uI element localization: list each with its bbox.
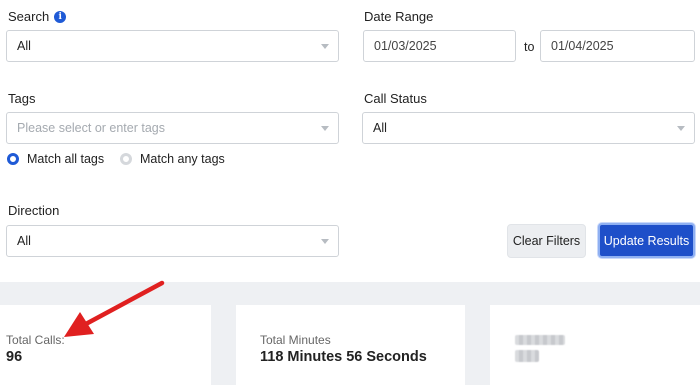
date-range-label-text: Date Range <box>364 9 434 24</box>
radio-selected-icon <box>7 153 19 165</box>
clear-filters-button[interactable]: Clear Filters <box>507 224 586 258</box>
chevron-down-icon <box>677 126 685 131</box>
tags-placeholder: Please select or enter tags <box>17 121 165 135</box>
redacted-stat-card <box>490 305 700 385</box>
total-minutes-label: Total Minutes <box>260 333 331 347</box>
search-select-value: All <box>17 39 31 53</box>
total-minutes-value: 118 Minutes 56 Seconds <box>260 349 427 365</box>
redacted-value <box>515 350 539 362</box>
search-label: Search i <box>8 9 67 24</box>
date-from-value: 01/03/2025 <box>374 39 437 53</box>
call-status-label-text: Call Status <box>364 91 427 106</box>
tags-label: Tags <box>8 91 35 106</box>
info-icon[interactable]: i <box>54 10 67 23</box>
radio-unselected-icon <box>120 153 132 165</box>
direction-label: Direction <box>8 203 59 218</box>
match-any-tags-radio[interactable]: Match any tags <box>120 152 225 166</box>
search-label-text: Search <box>8 9 50 24</box>
match-all-tags-label: Match all tags <box>27 152 105 166</box>
chevron-down-icon <box>321 239 329 244</box>
direction-select[interactable]: All <box>6 225 339 257</box>
date-to-value: 01/04/2025 <box>551 39 614 53</box>
call-status-label: Call Status <box>364 91 427 106</box>
update-results-button[interactable]: Update Results <box>598 223 695 258</box>
date-range-label: Date Range <box>364 9 433 24</box>
total-calls-card: Total Calls: 96 <box>0 305 211 385</box>
tags-label-text: Tags <box>8 91 36 106</box>
total-calls-label: Total Calls: <box>6 333 65 347</box>
date-range-to-label: to <box>524 40 535 54</box>
search-select[interactable]: All <box>6 30 339 62</box>
total-calls-value: 96 <box>6 349 23 365</box>
total-minutes-card: Total Minutes 118 Minutes 56 Seconds <box>236 305 465 385</box>
chevron-down-icon <box>321 44 329 49</box>
match-all-tags-radio[interactable]: Match all tags <box>7 152 104 166</box>
tags-select[interactable]: Please select or enter tags <box>6 112 339 144</box>
date-to-input[interactable]: 01/04/2025 <box>540 30 695 62</box>
call-status-value: All <box>373 121 387 135</box>
call-status-select[interactable]: All <box>362 112 695 144</box>
date-from-input[interactable]: 01/03/2025 <box>363 30 516 62</box>
match-any-tags-label: Match any tags <box>140 152 225 166</box>
direction-value: All <box>17 234 31 248</box>
direction-label-text: Direction <box>8 203 60 218</box>
redacted-label <box>515 335 565 345</box>
chevron-down-icon <box>321 126 329 131</box>
